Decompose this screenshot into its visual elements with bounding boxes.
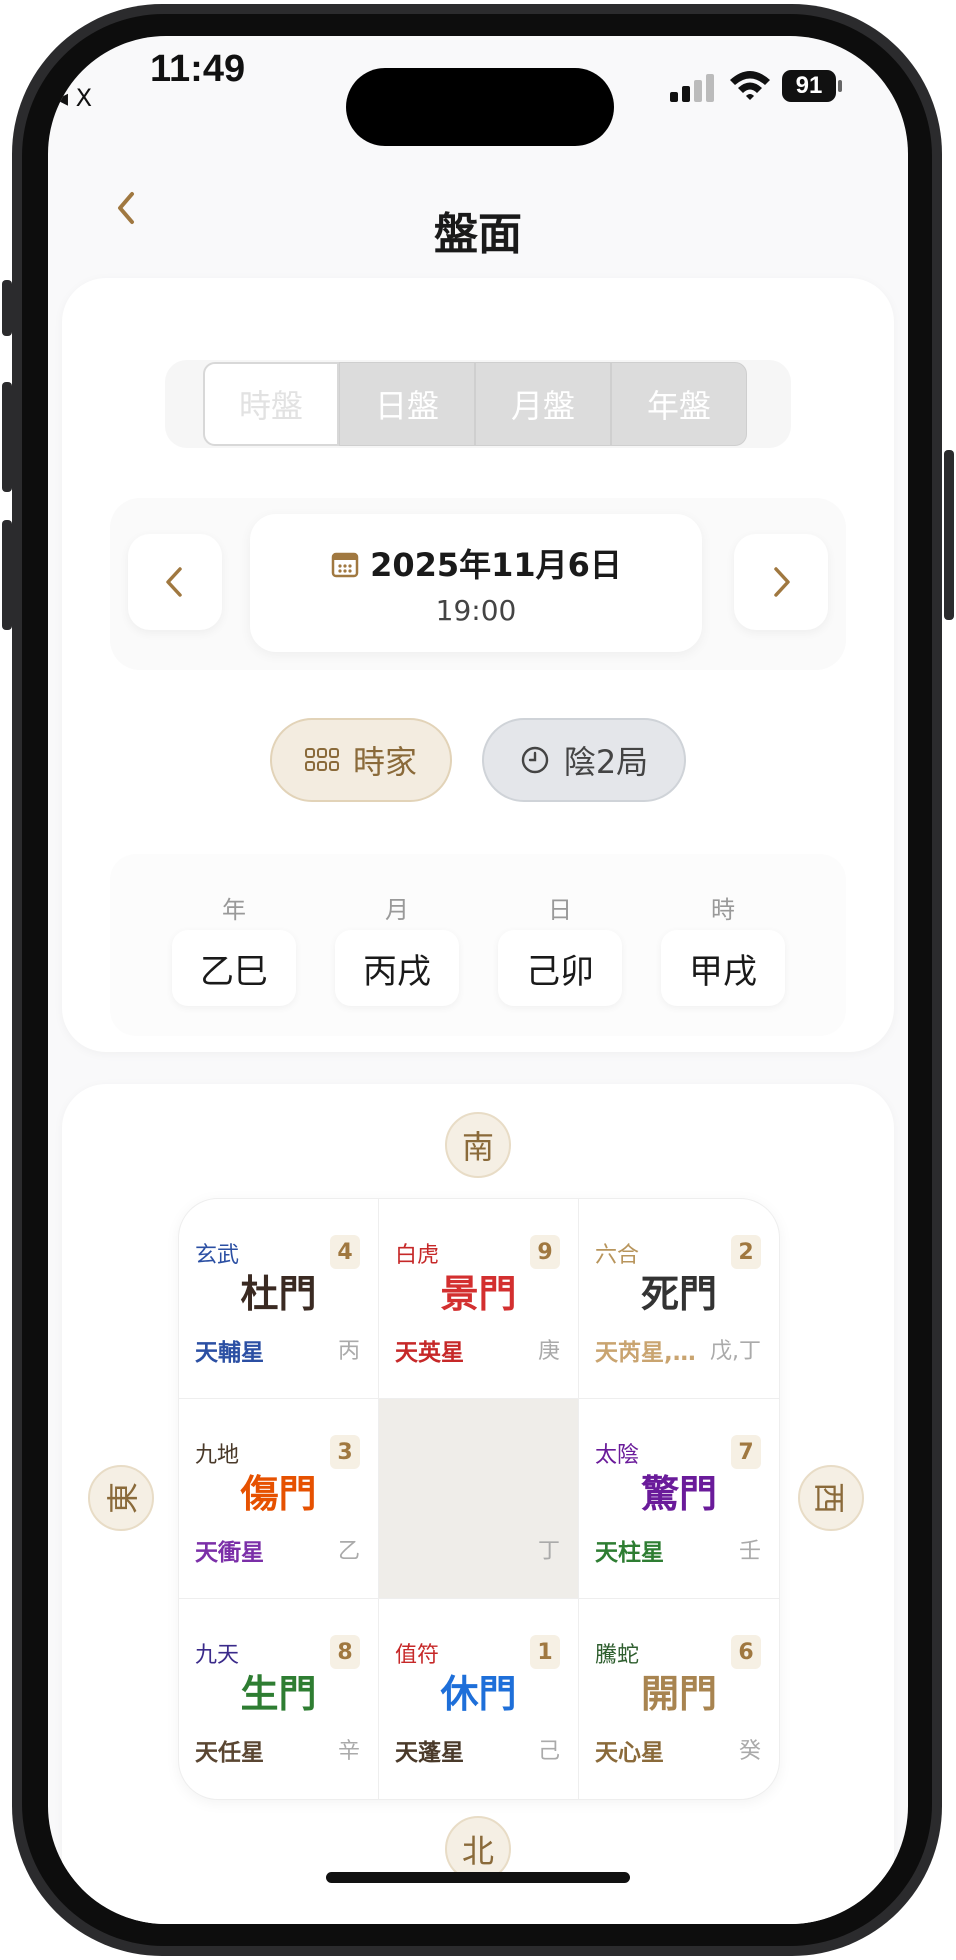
back-to-app-link[interactable]: ◂ X bbox=[56, 84, 92, 112]
palace-star: 天柱星 bbox=[595, 1540, 664, 1566]
dynamic-island bbox=[346, 68, 614, 146]
signal-icon bbox=[670, 72, 714, 102]
tab-day-chart[interactable]: 日盤 bbox=[339, 362, 475, 446]
ju-label: 陰2局 bbox=[563, 743, 649, 781]
time-value: 19:00 bbox=[435, 594, 517, 627]
palace-door: 開門 bbox=[640, 1672, 717, 1716]
tab-year-chart[interactable]: 年盤 bbox=[611, 362, 747, 446]
palace-star: 天任星 bbox=[195, 1740, 264, 1766]
palace-cell[interactable]: 九天 8 生門 天任星辛 bbox=[179, 1599, 379, 1799]
palace-door: 生門 bbox=[240, 1672, 317, 1716]
compass-east: 東 bbox=[88, 1465, 154, 1531]
palace-star: 天輔星 bbox=[195, 1340, 264, 1366]
palace-door: 驚門 bbox=[640, 1472, 717, 1516]
prev-date-button[interactable] bbox=[128, 534, 222, 630]
pillar-label-year: 年 bbox=[222, 896, 246, 924]
battery-tip bbox=[838, 80, 842, 92]
palace-stem: 戊,丁 bbox=[710, 1339, 761, 1364]
palace-cell[interactable]: 六合 2 死門 天芮星,… 戊,丁 bbox=[579, 1199, 779, 1399]
compass-south: 南 bbox=[445, 1112, 511, 1178]
palace-door: 休門 bbox=[440, 1672, 517, 1716]
grid-icon bbox=[304, 748, 339, 771]
palace-cell[interactable]: 值符 1 休門 天蓬星己 bbox=[379, 1599, 579, 1799]
clock-icon bbox=[521, 746, 549, 774]
palace-door: 杜門 bbox=[240, 1272, 317, 1316]
calendar-icon bbox=[331, 552, 359, 578]
tab-hour-chart[interactable]: 時盤 bbox=[203, 362, 339, 446]
chevron-left-icon bbox=[166, 567, 182, 597]
palace-cell[interactable]: 太陰 7 驚門 天柱星壬 bbox=[579, 1399, 779, 1599]
nine-palace-grid: 玄武 4 杜門 天輔星丙白虎 9 景門 天英星庚六合 2 死門 天芮星,… 戊,丁 九地 3 傷門 天衝星乙… bbox=[178, 1198, 780, 1800]
compass-west: 西 bbox=[798, 1465, 864, 1531]
palace-stem: 丙 bbox=[337, 1339, 360, 1364]
palace-cell[interactable]: 九地 3 傷門 天衝星乙 bbox=[179, 1399, 379, 1599]
page-title: 盤面 bbox=[434, 209, 522, 260]
battery-icon: 91 bbox=[782, 70, 836, 102]
wifi-icon bbox=[730, 71, 770, 100]
palace-cell[interactable]: 玄武 4 杜門 天輔星丙 bbox=[179, 1199, 379, 1399]
tab-month-chart[interactable]: 月盤 bbox=[475, 362, 611, 446]
palace-star: 天蓬星 bbox=[395, 1740, 464, 1766]
palace-door: 死門 bbox=[640, 1272, 717, 1316]
palace-door: 傷門 bbox=[240, 1472, 317, 1516]
palace-star: 天芮星,… bbox=[595, 1340, 696, 1366]
ju-pill[interactable]: 陰2局 bbox=[482, 718, 686, 802]
next-date-button[interactable] bbox=[734, 534, 828, 630]
screen: 11:49 ◂ X 91 盤面 時盤 日盤 月盤 年盤 2025年11月6日 1… bbox=[48, 36, 908, 1924]
pillar-label-month: 月 bbox=[385, 896, 409, 924]
palace-cell[interactable]: 白虎 9 景門 天英星庚 bbox=[379, 1199, 579, 1399]
palace-star: 天衝星 bbox=[195, 1540, 264, 1566]
pillar-hour: 甲戌 bbox=[661, 930, 785, 1006]
pillar-day: 己卯 bbox=[498, 930, 622, 1006]
pillar-label-day: 日 bbox=[548, 896, 572, 924]
pillar-label-hour: 時 bbox=[711, 896, 735, 924]
palace-stem: 庚 bbox=[537, 1339, 560, 1364]
date-display[interactable]: 2025年11月6日 19:00 bbox=[250, 514, 702, 652]
palace-stem: 癸 bbox=[738, 1739, 761, 1764]
school-pill[interactable]: 時家 bbox=[270, 718, 452, 802]
chevron-right-icon bbox=[774, 567, 790, 597]
palace-star: 天英星 bbox=[395, 1340, 464, 1366]
palace-stem: 壬 bbox=[738, 1539, 761, 1564]
date-line: 2025年11月6日 bbox=[250, 540, 702, 586]
palace-cell[interactable]: 騰蛇 6 開門 天心星癸 bbox=[579, 1599, 779, 1799]
pillar-month: 丙戌 bbox=[335, 930, 459, 1006]
school-label: 時家 bbox=[352, 743, 417, 781]
status-time: 11:49 bbox=[150, 48, 246, 90]
palace-stem: 乙 bbox=[337, 1539, 360, 1564]
palace-stem: 辛 bbox=[337, 1739, 360, 1764]
palace-star: 天心星 bbox=[595, 1740, 664, 1766]
palace-center: 丁 bbox=[379, 1399, 579, 1599]
pillar-year: 乙巳 bbox=[172, 930, 296, 1006]
palace-stem: 丁 bbox=[537, 1539, 560, 1564]
date-value: 2025年11月6日 bbox=[370, 546, 622, 584]
palace-stem: 己 bbox=[537, 1739, 560, 1764]
home-indicator[interactable] bbox=[326, 1872, 630, 1883]
palace-door: 景門 bbox=[440, 1272, 517, 1316]
